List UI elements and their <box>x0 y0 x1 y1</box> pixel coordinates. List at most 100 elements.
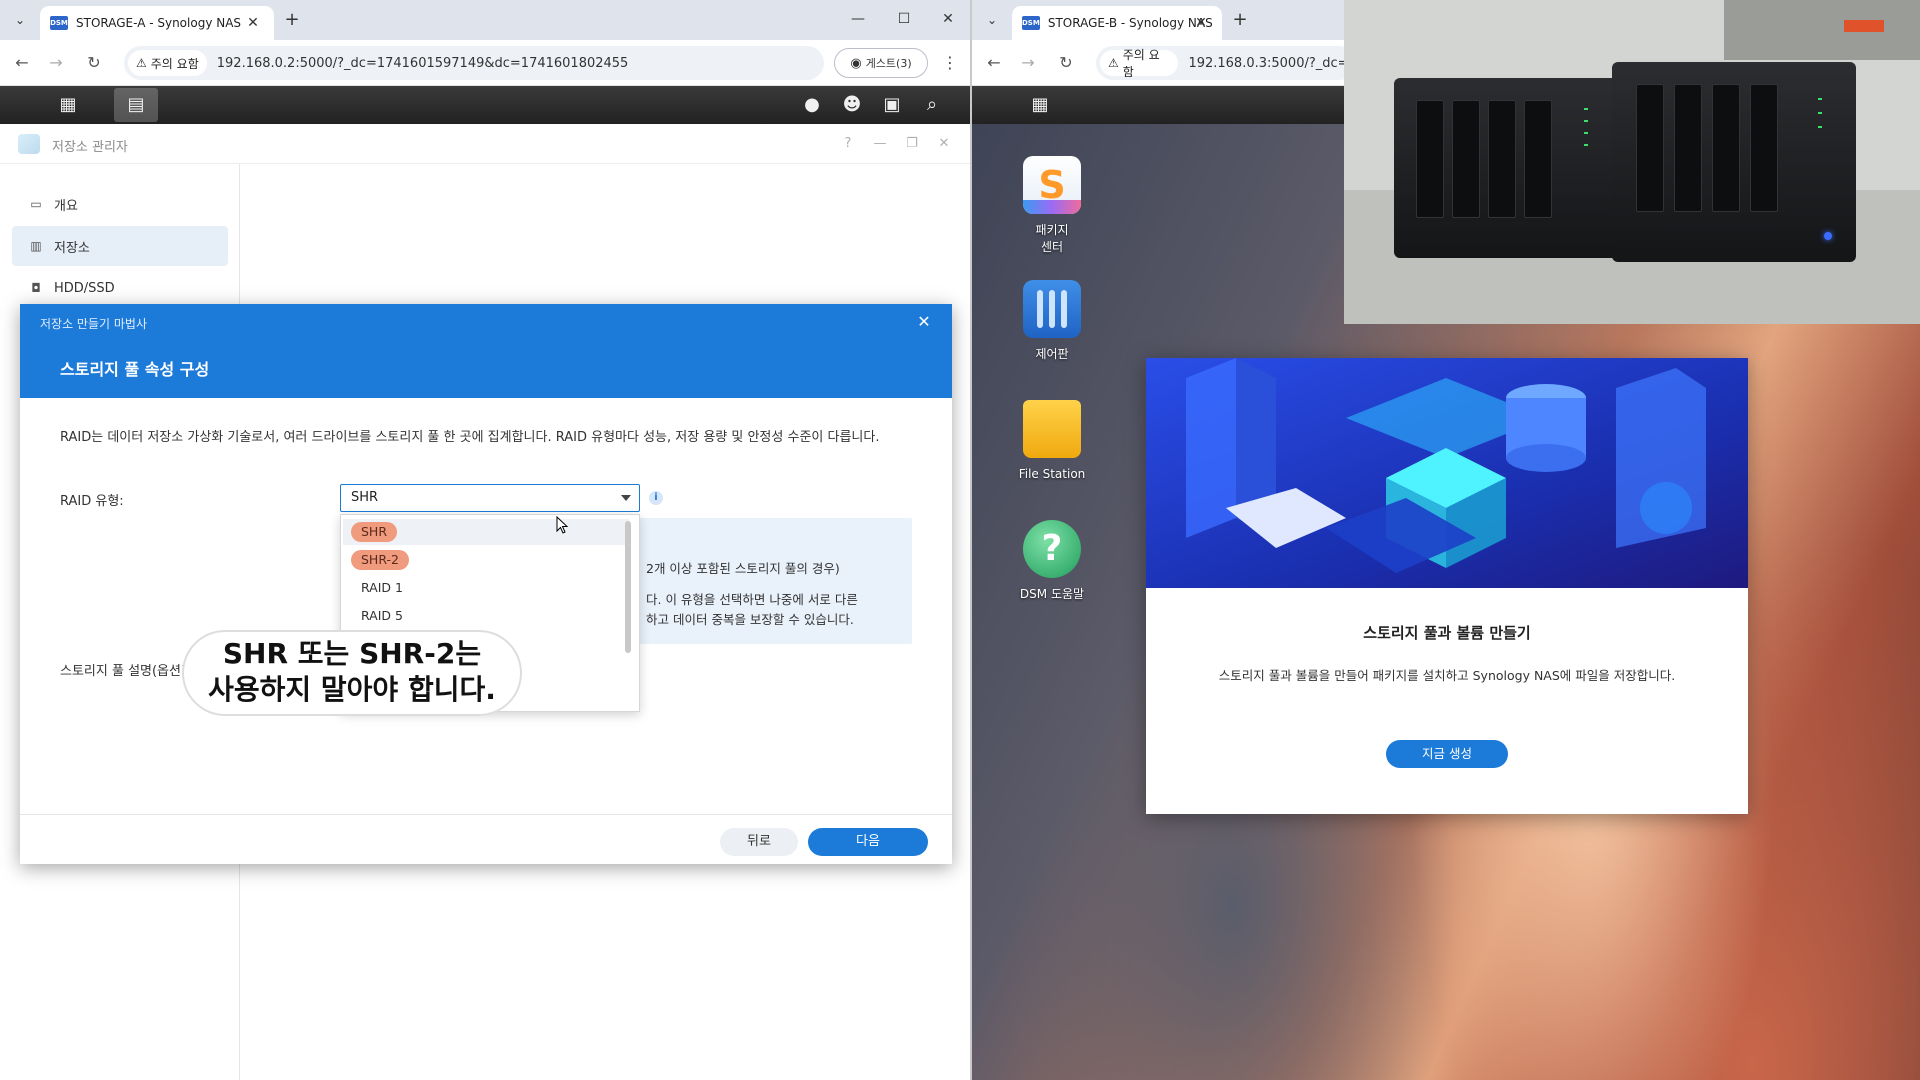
desktop-app-package-center[interactable]: S 패키지 센터 <box>1002 156 1102 256</box>
browser-tab-storage-a[interactable]: DSM STORAGE-A - Synology NAS ✕ <box>40 6 274 40</box>
storage-manager-titlebar: 저장소 관리자 ? — ❐ ✕ <box>0 124 970 164</box>
minimize-icon[interactable]: — <box>870 134 890 154</box>
main-menu-grid-icon[interactable]: ▦ <box>46 88 90 122</box>
warning-triangle-icon: ⚠ <box>1108 56 1119 70</box>
notifications-chat-icon[interactable]: ● <box>790 88 834 122</box>
widgets-icon[interactable]: ▣ <box>870 88 914 122</box>
back-arrow-icon[interactable]: ← <box>10 51 34 75</box>
close-tab-icon[interactable]: ✕ <box>244 14 262 32</box>
storage-icon: ▥ <box>30 239 42 253</box>
app-label: 패키지 센터 <box>1035 223 1069 254</box>
highlight-pill: SHR <box>351 522 398 542</box>
minimize-window-button[interactable]: — <box>838 4 878 34</box>
tab-title: STORAGE-B - Synology NAS <box>1047 16 1213 30</box>
close-icon[interactable]: ✕ <box>934 134 954 154</box>
new-tab-button[interactable]: + <box>1228 9 1252 31</box>
dsm-taskbar: ▦ ▤ ● ☻ ▣ ⌕ <box>0 86 970 124</box>
sidebar-item-overview[interactable]: ▭ 개요 <box>12 184 228 224</box>
webcam-photo-nas-units <box>1344 0 1920 324</box>
url-text: 192.168.0.2:5000/?_dc=1741601597149&dc=1… <box>216 55 629 71</box>
warning-triangle-icon: ⚠ <box>136 56 147 70</box>
browser-window-storage-b: ⌄ DSM STORAGE-B - Synology NAS ✕ + ← → ↻… <box>972 0 1356 86</box>
profile-button[interactable]: ◉ 게스트(3) <box>834 48 928 78</box>
raid-description: RAID는 데이터 저장소 가상화 기술로서, 여러 드라이브를 스토리지 풀 … <box>60 430 880 445</box>
tab-strip: ⌄ DSM STORAGE-B - Synology NAS ✕ + <box>972 0 1344 40</box>
user-icon[interactable]: ☻ <box>830 88 874 122</box>
pool-description-label: 스토리지 풀 설명(옵션) <box>60 664 187 679</box>
address-bar[interactable]: ⚠ 주의 요함 192.168.0.3:5000/?_dc=1 <box>1096 46 1356 80</box>
raid-type-select[interactable]: SHR <box>340 484 640 512</box>
caption-line: 사용하지 말아야 합니다. <box>208 673 496 706</box>
forward-arrow-icon[interactable]: → <box>44 51 68 75</box>
address-toolbar: ← → ↻ ⚠ 주의 요함 192.168.0.2:5000/?_dc=1741… <box>0 40 970 86</box>
package-center-icon: S <box>1023 156 1081 214</box>
storage-manager-taskbar-icon[interactable]: ▤ <box>114 88 158 122</box>
desktop-app-dsm-help[interactable]: ? DSM 도움말 <box>1002 520 1102 603</box>
dsm-favicon-icon: DSM <box>1022 16 1040 30</box>
nas-unit-left <box>1394 78 1634 258</box>
option-shr-2[interactable]: SHR-2 <box>343 547 629 573</box>
browser-menu-icon[interactable]: ⋮ <box>938 51 962 75</box>
raid-info-text: 다. 이 유형을 선택하면 나중에 서로 다른 하고 데이터 중복을 보장할 수… <box>646 590 906 630</box>
storage-illustration <box>1146 358 1748 588</box>
user-circle-icon: ◉ <box>850 55 862 71</box>
footer-divider <box>20 814 952 815</box>
close-tab-icon[interactable]: ✕ <box>1192 14 1210 32</box>
security-warning-chip[interactable]: ⚠ 주의 요함 <box>1100 48 1179 79</box>
app-label: DSM 도움말 <box>1019 587 1085 601</box>
dsm-taskbar: ▦ <box>972 86 1344 124</box>
main-menu-grid-icon[interactable]: ▦ <box>1018 88 1062 122</box>
address-bar[interactable]: ⚠ 주의 요함 192.168.0.2:5000/?_dc=1741601597… <box>124 46 824 80</box>
close-window-button[interactable]: ✕ <box>928 4 968 34</box>
sidebar-item-storage[interactable]: ▥ 저장소 <box>12 226 228 266</box>
help-icon[interactable]: ? <box>838 134 858 154</box>
nas-unit-right <box>1612 62 1856 262</box>
info-icon[interactable]: i <box>649 491 663 505</box>
dropdown-scrollbar[interactable] <box>625 521 631 653</box>
dsm-help-icon: ? <box>1023 520 1081 578</box>
highlight-pill: SHR-2 <box>351 550 409 570</box>
restore-icon[interactable]: ❐ <box>902 134 922 154</box>
card-title: 스토리지 풀과 볼륨 만들기 <box>1363 624 1531 642</box>
maximize-window-button[interactable]: ☐ <box>884 4 924 34</box>
back-button[interactable]: 뒤로 <box>720 828 798 856</box>
browser-tab-storage-b[interactable]: DSM STORAGE-B - Synology NAS ✕ <box>1012 6 1222 40</box>
url-text: 192.168.0.3:5000/?_dc=1 <box>1188 55 1356 71</box>
new-tab-button[interactable]: + <box>280 9 304 31</box>
security-warning-text: 주의 요함 <box>150 56 199 71</box>
overview-icon: ▭ <box>30 197 42 211</box>
next-button[interactable]: 다음 <box>808 828 928 856</box>
raid-type-value: SHR <box>351 490 379 505</box>
close-icon[interactable]: ✕ <box>914 312 934 332</box>
create-storage-wizard-dialog: 저장소 만들기 마법사 ✕ 스토리지 풀 속성 구성 RAID는 데이터 저장소… <box>20 304 952 864</box>
window-title: 저장소 관리자 <box>52 140 128 155</box>
create-now-button[interactable]: 지금 생성 <box>1386 740 1508 768</box>
address-toolbar: ← → ↻ ⚠ 주의 요함 192.168.0.3:5000/?_dc=1 <box>972 40 1356 86</box>
card-description: 스토리지 풀과 볼륨을 만들어 패키지를 설치하고 Synology NAS에 … <box>1218 668 1676 683</box>
raid-info-line: 2개 이상 포함된 스토리지 풀의 경우) <box>646 561 840 576</box>
dsm-favicon-icon: DSM <box>50 16 68 30</box>
option-shr[interactable]: SHR <box>343 519 629 545</box>
hdd-icon: ◘ <box>31 281 41 295</box>
reload-icon[interactable]: ↻ <box>82 51 106 75</box>
option-label: RAID 1 <box>361 580 403 595</box>
app-label: File Station <box>1018 467 1086 481</box>
forward-arrow-icon[interactable]: → <box>1016 51 1040 75</box>
sidebar-item-hdd-ssd[interactable]: ◘ HDD/SSD <box>12 268 228 308</box>
tab-search-chevron-icon[interactable]: ⌄ <box>980 8 1004 32</box>
option-raid-5[interactable]: RAID 5 <box>343 603 629 629</box>
desktop-app-file-station[interactable]: File Station <box>1002 400 1102 483</box>
caption-text: SHR 또는 SHR-2는 사용하지 말아야 합니다. <box>182 636 522 708</box>
option-raid-1[interactable]: RAID 1 <box>343 575 629 601</box>
raid-info-line: 하고 데이터 중복을 보장할 수 있습니다. <box>646 612 854 627</box>
desktop-app-control-panel[interactable]: 제어판 <box>1002 280 1102 363</box>
create-storage-card: 스토리지 풀과 볼륨 만들기 스토리지 풀과 볼륨을 만들어 패키지를 설치하고… <box>1146 358 1748 814</box>
search-icon[interactable]: ⌕ <box>910 88 954 122</box>
security-warning-chip[interactable]: ⚠ 주의 요함 <box>128 50 207 76</box>
screen: ⌄ DSM STORAGE-A - Synology NAS ✕ + — ☐ ✕… <box>0 0 1920 1080</box>
tab-search-chevron-icon[interactable]: ⌄ <box>8 8 32 32</box>
mouse-cursor-icon <box>556 516 568 534</box>
back-arrow-icon[interactable]: ← <box>982 51 1006 75</box>
reload-icon[interactable]: ↻ <box>1054 51 1078 75</box>
sidebar-item-label: 개요 <box>54 198 78 214</box>
